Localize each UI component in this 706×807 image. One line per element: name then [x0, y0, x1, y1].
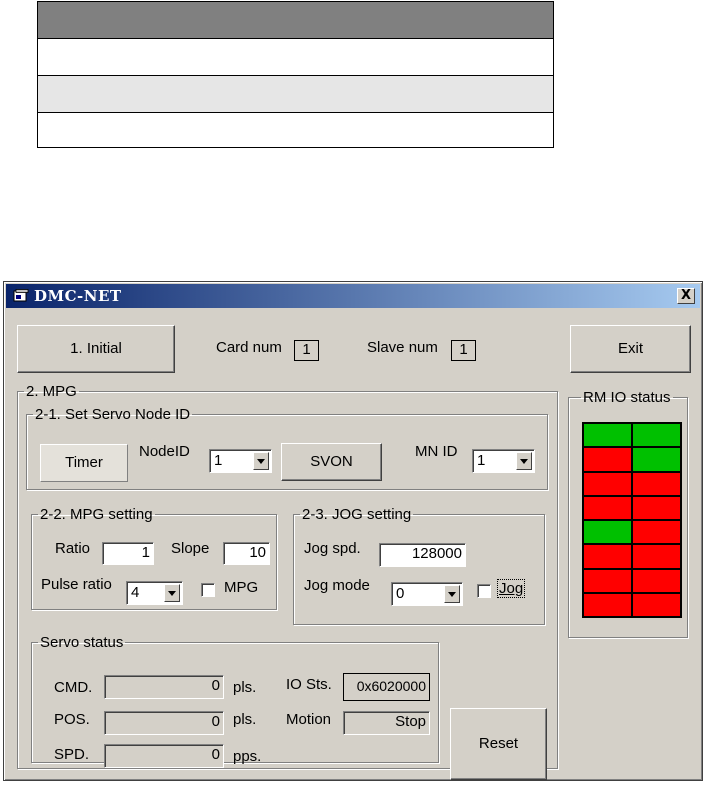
slope-input[interactable]: 10 [223, 542, 270, 565]
table-header-row [38, 2, 553, 39]
chevron-down-icon[interactable] [516, 452, 532, 470]
jog-spd-label: Jog spd. [304, 540, 361, 557]
close-button[interactable]: X [677, 288, 695, 304]
mpg-checkbox[interactable] [201, 583, 215, 597]
nodeid-select[interactable]: 1 [209, 449, 272, 473]
spd-unit: pps. [233, 748, 262, 765]
servo-status-legend: Servo status [40, 634, 124, 651]
title-bar[interactable]: DMC-NET X [6, 284, 700, 308]
cmd-label: CMD. [54, 679, 93, 696]
pulse-ratio-select[interactable]: 4 [126, 581, 183, 605]
svon-button[interactable]: SVON [281, 443, 382, 481]
chevron-down-icon[interactable] [444, 585, 460, 603]
cmd-value: 0 [104, 675, 224, 699]
chevron-down-icon[interactable] [164, 584, 180, 602]
io-status-cell [583, 471, 632, 496]
rm-io-status-grid [582, 422, 682, 618]
io-status-cell [583, 447, 632, 472]
card-num-label: Card num [216, 339, 282, 356]
jog-mode-value: 0 [396, 585, 405, 602]
jog-setting-legend: 2-3. JOG setting [302, 506, 412, 523]
pulse-ratio-label: Pulse ratio [41, 576, 112, 593]
card-num-value: 1 [294, 340, 319, 361]
slope-label: Slope [171, 540, 210, 557]
table-row [38, 76, 553, 113]
table-row [38, 113, 553, 147]
mpg-checkbox-label[interactable]: MPG [224, 579, 258, 596]
chevron-down-icon[interactable] [253, 452, 269, 470]
io-sts-value: 0x6020000 [343, 673, 430, 701]
ratio-label: Ratio [55, 540, 91, 557]
io-status-cell [632, 447, 681, 472]
spd-label: SPD. [54, 746, 90, 763]
window-title: DMC-NET [34, 287, 122, 305]
mnid-value: 1 [477, 452, 486, 469]
io-status-cell [632, 520, 681, 545]
jog-checkbox-label[interactable]: Jog [497, 579, 526, 598]
io-status-cell [583, 544, 632, 569]
exit-button[interactable]: Exit [570, 325, 691, 373]
mnid-select[interactable]: 1 [472, 449, 535, 473]
io-status-cell [632, 592, 681, 617]
io-status-cell [583, 495, 632, 520]
jog-mode-select[interactable]: 0 [391, 582, 463, 606]
top-table [37, 1, 554, 148]
mpg-group-legend: 2. MPG [26, 383, 77, 400]
nodeid-label: NodeID [139, 443, 190, 460]
io-status-cell [632, 544, 681, 569]
app-icon [13, 289, 29, 302]
io-status-cell [632, 423, 681, 448]
ratio-input[interactable]: 1 [102, 542, 154, 565]
jog-mode-label: Jog mode [304, 577, 370, 594]
pos-value: 0 [104, 711, 224, 735]
slave-num-label: Slave num [367, 339, 438, 356]
nodeid-value: 1 [214, 452, 223, 469]
jog-spd-input[interactable]: 128000 [379, 543, 466, 567]
timer-button[interactable]: Timer [40, 444, 128, 482]
table-row [38, 39, 553, 76]
cmd-unit: pls. [233, 679, 257, 696]
io-sts-label: IO Sts. [286, 676, 332, 693]
rm-io-status-legend: RM IO status [583, 389, 671, 406]
pos-label: POS. [54, 711, 90, 728]
slave-num-value: 1 [451, 340, 476, 361]
io-status-cell [583, 423, 632, 448]
pos-unit: pls. [233, 711, 257, 728]
mnid-label: MN ID [415, 443, 458, 460]
io-status-cell [632, 471, 681, 496]
jog-checkbox[interactable] [477, 584, 491, 598]
close-icon: X [680, 288, 692, 303]
io-status-cell [583, 568, 632, 593]
motion-value: Stop [343, 711, 430, 735]
spd-value: 0 [104, 744, 224, 768]
io-status-cell [632, 495, 681, 520]
reset-button[interactable]: Reset [450, 708, 547, 780]
initial-button[interactable]: 1. Initial [17, 325, 175, 373]
io-status-cell [583, 592, 632, 617]
servo-node-legend: 2-1. Set Servo Node ID [35, 406, 191, 423]
motion-label: Motion [286, 711, 332, 728]
io-status-cell [632, 568, 681, 593]
pulse-ratio-value: 4 [131, 584, 140, 601]
mpg-setting-legend: 2-2. MPG setting [40, 506, 153, 523]
io-status-cell [583, 520, 632, 545]
